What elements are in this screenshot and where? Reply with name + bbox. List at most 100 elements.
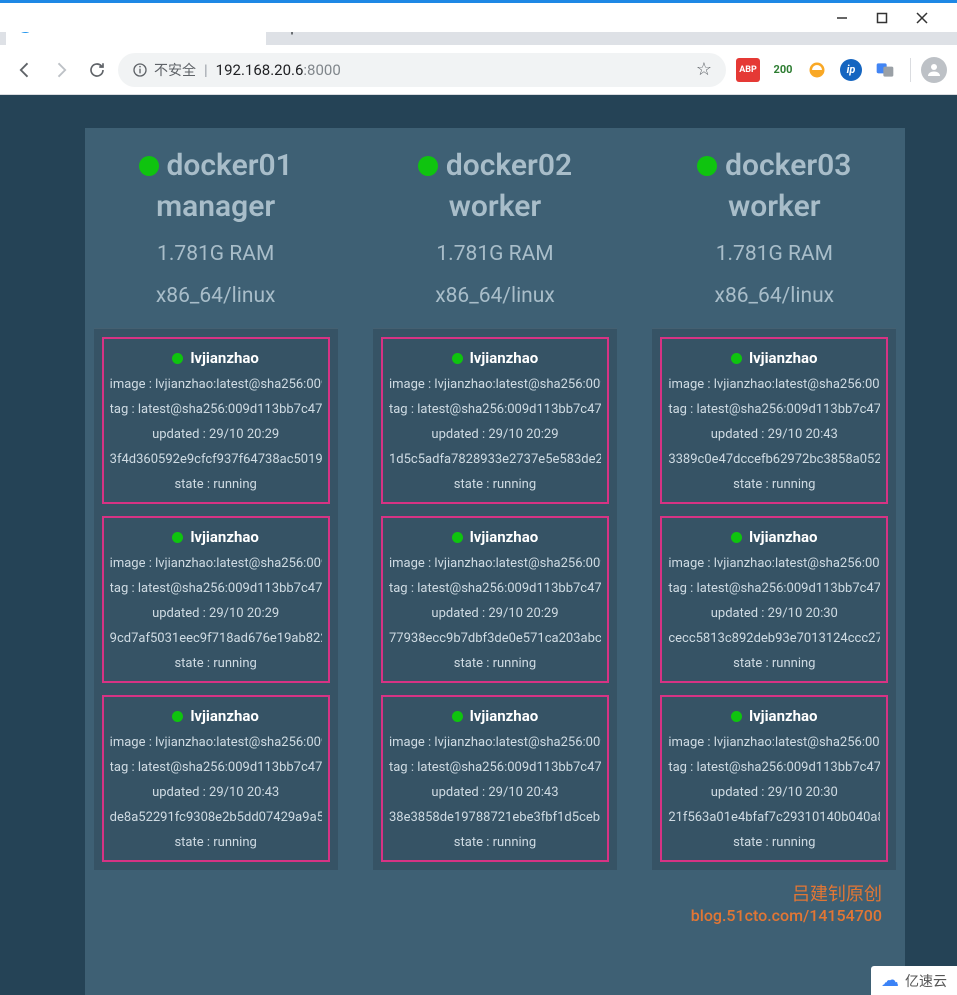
navigation-bar: 不安全 | 192.168.20.6:8000 ☆ ABP 200 ip (0, 45, 957, 95)
task-state: state : running (389, 835, 601, 850)
task-updated: updated : 29/10 20:43 (110, 785, 322, 800)
cloud-icon: ☁ (881, 970, 899, 991)
task-name-text: lvjianzhao (470, 349, 538, 367)
task-state: state : running (110, 477, 322, 492)
ip-icon[interactable]: ip (840, 59, 862, 81)
task-id: 3389c0e47dccefb62972bc3858a0528 (668, 452, 880, 467)
task-tag: tag : latest@sha256:009d113bb7c474 (668, 402, 880, 417)
node-arch: x86_64/linux (435, 284, 555, 308)
task-state: state : running (668, 477, 880, 492)
node-ram: 1.781G RAM (157, 242, 274, 266)
node-arch: x86_64/linux (715, 284, 835, 308)
bookmark-icon[interactable]: ☆ (696, 59, 712, 80)
node-ram: 1.781G RAM (436, 242, 553, 266)
url-host: 192.168.20.6 (216, 61, 304, 79)
watermark-text: 吕建钊原创 blog.51cto.com/14154700 (691, 880, 882, 925)
task-updated: updated : 29/10 20:29 (110, 427, 322, 442)
task-image: image : lvjianzhao:latest@sha256:009 (668, 735, 880, 750)
task-name: lvjianzhao (452, 528, 538, 546)
task-state: state : running (668, 656, 880, 671)
task-tag: tag : latest@sha256:009d113bb7c474 (668, 581, 880, 596)
task-card[interactable]: lvjianzhao image : lvjianzhao:latest@sha2… (660, 695, 888, 862)
task-tag: tag : latest@sha256:009d113bb7c474 (389, 581, 601, 596)
task-card[interactable]: lvjianzhaoimage : lvjianzhao:latest@sha2… (660, 337, 888, 504)
task-name-text: lvjianzhao (470, 707, 538, 725)
task-id: cecc5813c892deb93e7013124ccc278 (668, 631, 880, 646)
task-name: lvjianzhao (452, 349, 538, 367)
status-dot-icon (172, 711, 183, 722)
node-name-text: docker03 (725, 148, 851, 183)
task-card[interactable]: lvjianzhao image : lvjianzhao:latest@sha2… (102, 337, 330, 504)
node-ram: 1.781G RAM (716, 242, 833, 266)
task-card[interactable]: lvjianzhaoimage : lvjianzhao:latest@sha2… (381, 516, 609, 683)
status-dot-icon (172, 353, 183, 364)
task-name-text: lvjianzhao (190, 349, 258, 367)
task-name: lvjianzhao (731, 528, 817, 546)
address-bar[interactable]: 不安全 | 192.168.20.6:8000 ☆ (118, 53, 726, 87)
divider (910, 58, 911, 82)
node-role: manager (156, 189, 275, 224)
corner-logo: ☁ 亿速云 (871, 966, 957, 995)
task-list: lvjianzhao image : lvjianzhao:latest@sha2… (373, 328, 617, 870)
task-id: 9cd7af5031eec9f718ad676e19ab822 (110, 631, 322, 646)
task-name: lvjianzhao (172, 707, 258, 725)
task-tag: tag : latest@sha256:009d113bb7c474 (110, 402, 322, 417)
status-dot-icon (139, 156, 159, 176)
task-id: 77938ecc9b7dbf3de0e571ca203abcb (389, 631, 601, 646)
extension-icons: ABP 200 ip (732, 58, 900, 82)
status-200-icon[interactable]: 200 (772, 59, 794, 81)
task-tag: tag : latest@sha256:009d113bb7c474 (389, 402, 601, 417)
task-name: lvjianzhao (452, 707, 538, 725)
task-card[interactable]: lvjianzhao image : lvjianzhao:latest@sha2… (660, 516, 888, 683)
node-column: docker03worker1.781G RAMx86_64/linuxlvji… (644, 128, 905, 995)
abp-icon[interactable]: ABP (736, 58, 760, 82)
task-tag: tag : latest@sha256:009d113bb7c474 (389, 760, 601, 775)
status-dot-icon (172, 532, 183, 543)
forward-button[interactable] (46, 55, 76, 85)
page-content: docker01 manager 1.781G RAM x86_64/linuxlvj… (0, 95, 957, 995)
watermark-line-2: blog.51cto.com/14154700 (691, 906, 882, 925)
node-name: docker01 (139, 148, 293, 183)
translate-icon[interactable] (874, 59, 896, 81)
task-image: image : lvjianzhao:latest@sha256:009 (110, 735, 322, 750)
task-name-text: lvjianzhao (749, 528, 817, 546)
reload-button[interactable] (82, 55, 112, 85)
status-dot-icon (452, 532, 463, 543)
window-controls (0, 0, 957, 32)
task-name: lvjianzhao (731, 707, 817, 725)
task-card[interactable]: lvjianzhao image : lvjianzhao:latest@sha2… (381, 337, 609, 504)
close-button[interactable] (902, 4, 942, 32)
task-state: state : running (389, 477, 601, 492)
task-updated: updated : 29/10 20:29 (389, 427, 601, 442)
task-updated: updated : 29/10 20:30 (668, 606, 880, 621)
task-list: lvjianzhao image : lvjianzhao:latest@sha2… (652, 328, 896, 870)
profile-avatar[interactable] (921, 57, 947, 83)
node-role: worker (449, 189, 541, 224)
task-card[interactable]: lvjianzhaoimage : lvjianzhao:latest@sha2… (381, 695, 609, 862)
status-dot-icon (731, 353, 742, 364)
extension-3-icon[interactable] (806, 59, 828, 81)
security-label: 不安全 (154, 60, 196, 80)
task-card[interactable]: lvjianzhaoimage : lvjianzhao:latest@sha2… (102, 516, 330, 683)
task-state: state : running (668, 835, 880, 850)
task-name-text: lvjianzhao (749, 707, 817, 725)
info-icon (132, 62, 148, 78)
status-dot-icon (731, 711, 742, 722)
corner-text: 亿速云 (905, 971, 947, 991)
node-arch: x86_64/linux (156, 284, 276, 308)
task-id: 3f4d360592e9cfcf937f64738ac50196 (110, 452, 322, 467)
task-image: image : lvjianzhao:latest@sha256:009 (668, 556, 880, 571)
task-image: image : lvjianzhao:latest@sha256:009 (389, 377, 601, 392)
task-state: state : running (110, 656, 322, 671)
task-updated: updated : 29/10 20:43 (668, 427, 880, 442)
task-id: 38e3858de19788721ebe3fbf1d5cebb (389, 810, 601, 825)
minimize-button[interactable] (822, 4, 862, 32)
task-name: lvjianzhao (172, 528, 258, 546)
maximize-button[interactable] (862, 4, 902, 32)
url-port: :8000 (303, 61, 340, 79)
back-button[interactable] (10, 55, 40, 85)
security-indicator[interactable]: 不安全 (132, 60, 196, 80)
task-image: image : lvjianzhao:latest@sha256:009 (110, 377, 322, 392)
task-id: de8a52291fc9308e2b5dd07429a9a5 (110, 810, 322, 825)
task-card[interactable]: lvjianzhao image : lvjianzhao:latest@sha2… (102, 695, 330, 862)
